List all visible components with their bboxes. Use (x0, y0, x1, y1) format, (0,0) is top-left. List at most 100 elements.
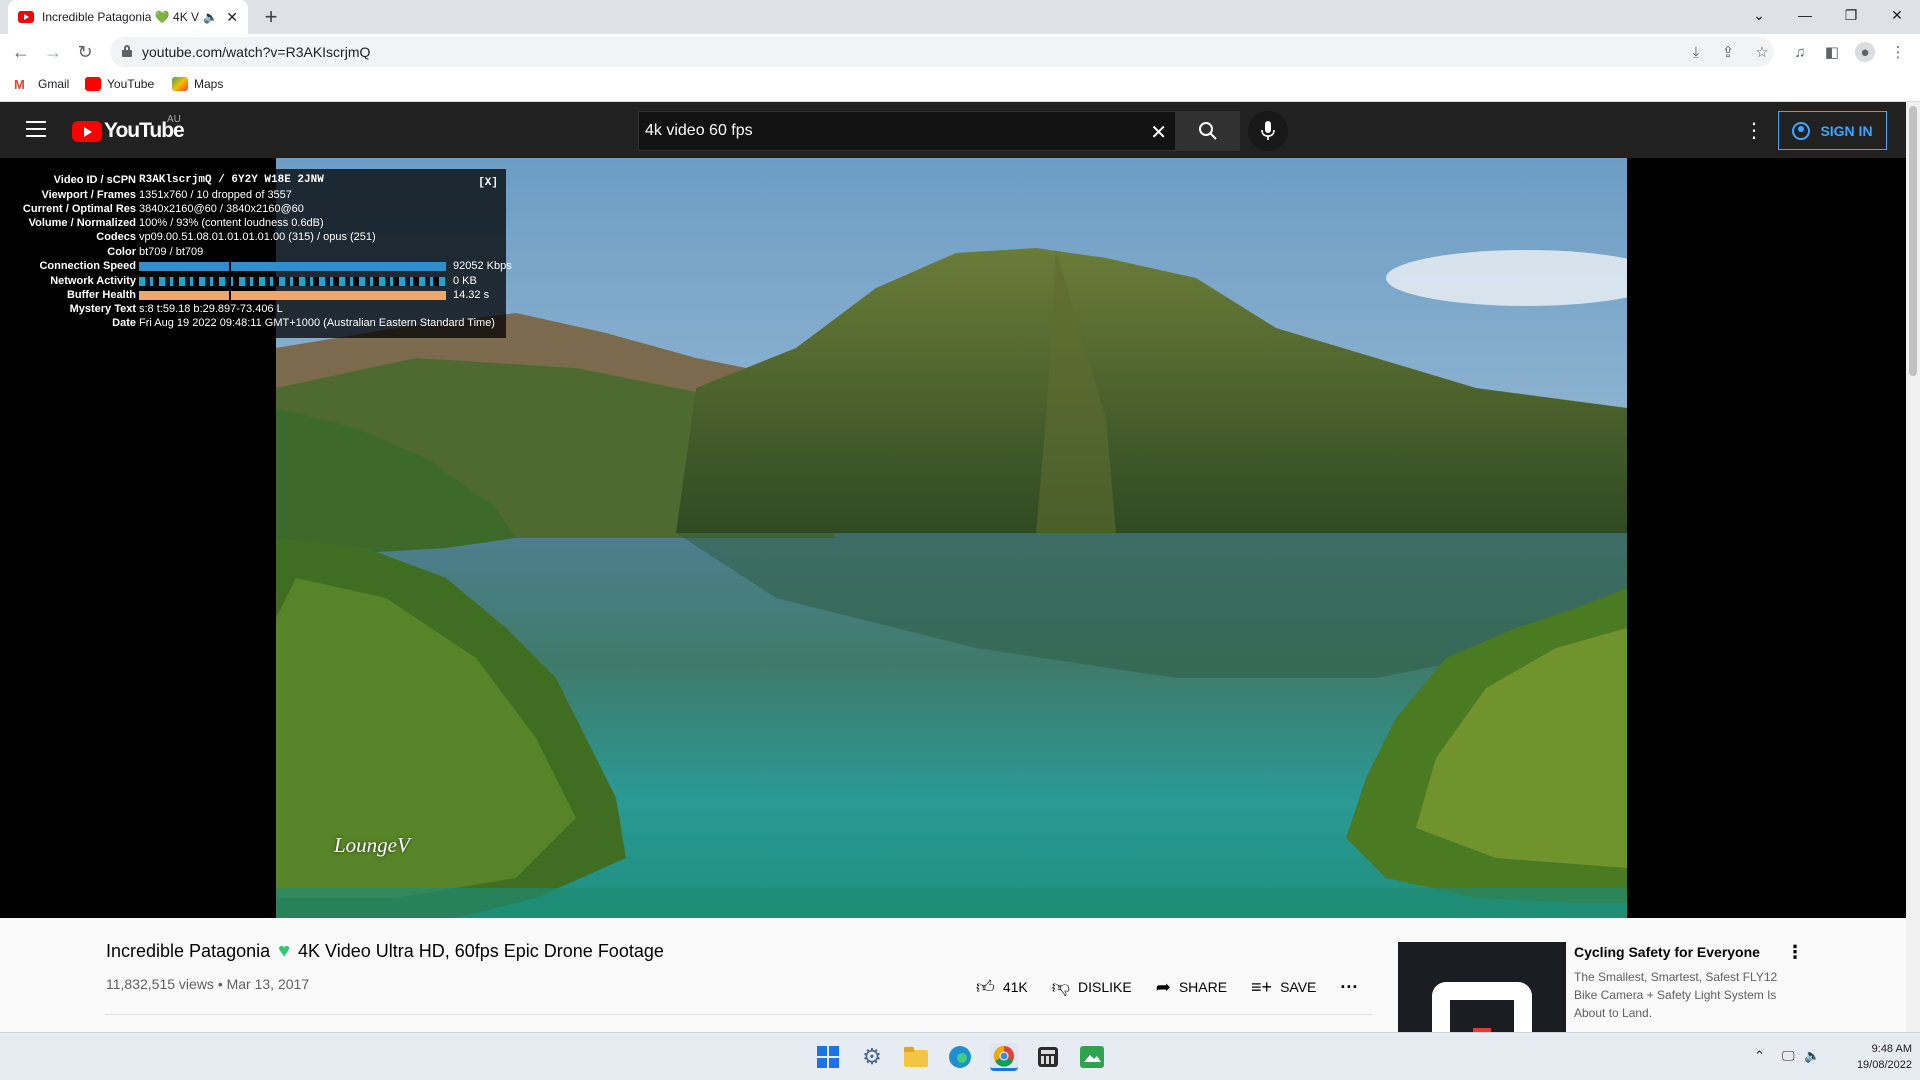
windows-start-icon[interactable] (814, 1043, 842, 1071)
chrome-menu-icon[interactable]: ⋮ (1888, 42, 1908, 62)
ad-thumbnail[interactable] (1398, 942, 1566, 1032)
media-control-icon[interactable]: ♫ (1790, 42, 1810, 62)
chrome-taskbar-icon[interactable] (990, 1043, 1018, 1071)
calculator-icon[interactable] (1034, 1043, 1062, 1071)
maps-icon (172, 77, 188, 91)
more-horizontal-icon: ··· (1340, 976, 1359, 997)
scrollbar-thumb[interactable] (1909, 106, 1917, 376)
file-explorer-icon[interactable] (902, 1043, 930, 1071)
browser-toolbar: ← → ↻ youtube.com/watch?v=R3AKIscrjmQ ⤓ … (0, 34, 1920, 70)
like-button[interactable]: 👍︎ 41K (976, 976, 1028, 998)
stats-row-connection-speed: Connection Speed 92052 Kbps (10, 260, 511, 274)
bookmark-maps[interactable]: Maps (172, 77, 223, 91)
video-info-section: Incredible Patagonia ♥ 4K Video Ultra HD… (0, 918, 1906, 1054)
clear-search-icon[interactable]: ✕ (1150, 120, 1167, 145)
bookmark-label: Maps (194, 77, 224, 91)
stats-value: 100% / 93% (content loudness 0.6dB) (139, 217, 324, 229)
browser-tab-strip: Incredible Patagonia 💚 4K Video Ultra HD… (0, 0, 1920, 34)
dislike-label: DISLIKE (1078, 979, 1132, 995)
video-actions: 👍︎ 41K 👎︎ DISLIKE ➦ SHARE ≡+ SAVE ··· (976, 976, 1382, 998)
menu-hamburger-icon[interactable] (26, 121, 46, 139)
thumbs-down-icon: 👎︎ (1051, 977, 1071, 997)
bookmark-label: Gmail (38, 77, 70, 91)
stats-row: Date Fri Aug 19 2022 09:48:11 GMT+1000 (… (10, 317, 506, 331)
stats-row: Color bt709 / bt709 (10, 246, 506, 260)
ad-description: The Smallest, Smartest, Safest FLY12 Bik… (1574, 970, 1778, 1020)
install-app-icon[interactable]: ⤓ (1686, 42, 1706, 62)
edge-browser-icon[interactable] (946, 1043, 974, 1071)
volume-icon[interactable]: 🔈 (1804, 1048, 1820, 1064)
stats-value: s:8 t:59.18 b:29.897-73.406 L (139, 303, 283, 315)
page-scrollbar[interactable] (1906, 102, 1920, 1032)
youtube-play-icon (72, 120, 102, 142)
search-input[interactable]: 4k video 60 fps ✕ (638, 111, 1176, 151)
back-button[interactable]: ← (8, 39, 34, 65)
video-watermark: LoungeV (334, 833, 410, 857)
stats-for-nerds-panel: [X] Video ID / sCPN R3AKlscrjmQ / 6Y2Y W… (10, 169, 512, 338)
video-title: Incredible Patagonia ♥ 4K Video Ultra HD… (106, 940, 664, 963)
youtube-logo[interactable]: YouTube AU (72, 114, 185, 143)
bookmarks-bar: M Gmail YouTube Maps (0, 70, 1920, 102)
tab-search-button[interactable]: ⌄ (1736, 0, 1782, 30)
tab-title: Incredible Patagonia 💚 4K Video Ultra HD… (42, 10, 199, 24)
photos-app-icon[interactable] (1078, 1043, 1106, 1071)
clock-date: 19/08/2022 (1856, 1059, 1912, 1071)
youtube-favicon-icon (18, 11, 34, 23)
sign-in-label: SIGN IN (1820, 122, 1873, 139)
ad-menu-kebab-icon[interactable]: ⋮ (1786, 942, 1804, 963)
green-heart-icon: ♥ (278, 940, 290, 962)
reload-button[interactable]: ↻ (72, 39, 98, 65)
buffer-health-bar (139, 291, 446, 300)
stats-value: 1351x760 / 10 dropped of 3557 (139, 189, 292, 201)
side-panel-icon[interactable]: ◧ (1822, 42, 1842, 62)
share-button[interactable]: ➦ SHARE (1156, 977, 1227, 998)
voice-search-button[interactable] (1248, 111, 1288, 151)
ad-title[interactable]: Cycling Safety for Everyone (1574, 944, 1760, 960)
network-icon[interactable]: 🖵 (1782, 1048, 1795, 1064)
dislike-button[interactable]: 👎︎ DISLIKE (1052, 976, 1132, 998)
restore-button[interactable]: ❐ (1828, 0, 1874, 30)
tab-close-icon[interactable]: ✕ (226, 9, 238, 26)
show-hidden-icons[interactable]: ⌃ (1754, 1048, 1765, 1064)
network-activity-bar (139, 277, 446, 286)
save-label: SAVE (1280, 979, 1317, 995)
stats-value: 3840x2160@60 / 3840x2160@60 (139, 203, 304, 215)
stats-label: Volume / Normalized (28, 217, 136, 229)
system-clock[interactable]: 9:48 AM 19/08/2022 (1832, 1041, 1912, 1073)
stats-value: R3AKlscrjmQ / 6Y2Y W18E 2JNW (139, 174, 324, 186)
address-bar[interactable]: youtube.com/watch?v=R3AKIscrjmQ (110, 37, 1774, 67)
profile-avatar-icon[interactable]: ● (1855, 42, 1875, 62)
new-tab-button[interactable]: + (258, 4, 284, 30)
save-button[interactable]: ≡+ SAVE (1251, 977, 1316, 998)
like-count: 41K (1002, 979, 1028, 995)
speaker-icon[interactable]: 🔈 (203, 10, 218, 24)
address-url[interactable]: youtube.com/watch?v=R3AKIscrjmQ (142, 44, 370, 60)
stats-label: Connection Speed (39, 260, 136, 272)
bookmark-youtube[interactable]: YouTube (85, 77, 154, 91)
settings-kebab-icon[interactable]: ⋮ (1744, 118, 1764, 143)
minimize-button[interactable]: — (1782, 0, 1828, 30)
search-query[interactable]: 4k video 60 fps (645, 122, 753, 140)
bookmark-gmail[interactable]: M Gmail (14, 77, 70, 92)
stats-label: Date (112, 317, 136, 329)
browser-tab-active[interactable]: Incredible Patagonia 💚 4K Video Ultra HD… (8, 0, 248, 34)
stats-label: Codecs (96, 231, 136, 243)
share-page-icon[interactable]: ⇪ (1718, 42, 1738, 62)
more-actions-button[interactable]: ··· (1340, 977, 1358, 998)
stats-row: Codecs vp09.00.51.08.01.01.01.01.00 (315… (10, 231, 506, 245)
stats-row: Current / Optimal Res 3840x2160@60 / 384… (10, 203, 506, 217)
bookmark-star-icon[interactable]: ☆ (1752, 42, 1772, 62)
clock-time: 9:48 AM (1871, 1043, 1912, 1055)
playlist-add-icon: ≡+ (1251, 976, 1273, 997)
video-views-date: 11,832,515 views • Mar 13, 2017 (106, 976, 310, 992)
close-window-button[interactable]: ✕ (1874, 0, 1920, 30)
forward-button[interactable]: → (40, 39, 66, 65)
stats-value: vp09.00.51.08.01.01.01.01.00 (315) / opu… (139, 231, 376, 243)
stats-value: 92052 Kbps (453, 260, 512, 272)
sponsored-ad-card[interactable]: Cycling Safety for Everyone The Smallest… (1398, 942, 1878, 1054)
stats-row-buffer-health: Buffer Health 14.32 s (10, 289, 506, 303)
search-button[interactable] (1176, 111, 1240, 151)
settings-gear-icon[interactable]: ⚙ (858, 1043, 886, 1071)
sign-in-button[interactable]: SIGN IN (1778, 111, 1887, 150)
lock-icon[interactable] (122, 45, 132, 57)
